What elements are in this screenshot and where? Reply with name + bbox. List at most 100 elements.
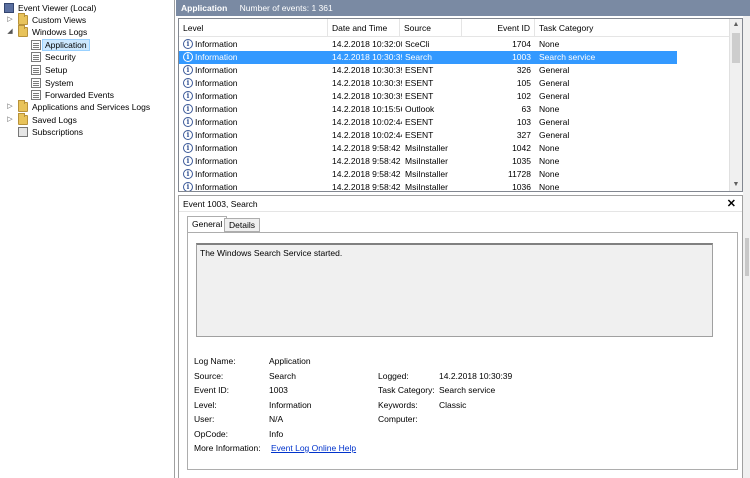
cell-task-category: None xyxy=(539,39,560,49)
cell-date-and-time: 14.2.2018 10:30:39 xyxy=(332,78,402,88)
cell-event-id: 102 xyxy=(516,91,531,101)
expand-icon[interactable]: ▷ xyxy=(6,114,14,126)
cell-event-id: 326 xyxy=(516,65,531,75)
column-header-task-category[interactable]: Task Category xyxy=(535,19,730,37)
event-log-online-help-link[interactable]: Event Log Online Help xyxy=(271,442,356,454)
cell-task-category: General xyxy=(539,78,570,88)
table-row[interactable]: i Information 14.2.2018 10:02:44 ESENT 327 Ge… xyxy=(179,129,677,142)
user-value: N/A xyxy=(269,414,284,424)
computer-label: Computer: xyxy=(378,414,418,424)
close-icon[interactable]: ✕ xyxy=(727,196,736,212)
information-icon: i xyxy=(183,104,193,114)
opcode-value: Info xyxy=(269,429,284,439)
tree-node-label: Subscriptions xyxy=(32,127,84,137)
scroll-thumb[interactable] xyxy=(732,33,740,63)
table-row[interactable]: i Information 14.2.2018 10:32:00 SceCli 1704… xyxy=(179,38,677,51)
tree-node-saved-logs[interactable]: ▷ Saved Logs xyxy=(6,113,126,126)
event-detail-title-text: Event 1003, Search xyxy=(183,199,258,209)
right-scrollbar-strip[interactable] xyxy=(743,16,750,478)
tree-node-windows-logs[interactable]: ◢ Windows Logs xyxy=(6,25,126,38)
log-icon xyxy=(31,52,41,62)
scroll-thumb[interactable] xyxy=(745,238,749,276)
cell-level: Information xyxy=(195,52,238,62)
cell-event-id: 1704 xyxy=(512,39,531,49)
tree-node-application[interactable]: Application xyxy=(31,39,151,51)
tab-general[interactable]: General xyxy=(187,216,228,233)
table-row[interactable]: i Information 14.2.2018 10:02:44 ESENT 103 Ge… xyxy=(179,116,677,129)
events-list[interactable]: Level Date and Time Source Event ID Task… xyxy=(178,18,743,192)
table-row[interactable]: i Information 14.2.2018 10:30:39 Search 1003… xyxy=(179,51,677,64)
table-row[interactable]: i Information 14.2.2018 9:58:42 MsiInstalle… xyxy=(179,181,677,192)
user-label: User: xyxy=(194,414,215,424)
tree-node-forwarded-events[interactable]: Forwarded Events xyxy=(31,89,161,101)
event-detail-pane: Event 1003, Search ✕ General Details The… xyxy=(178,195,743,478)
folder-icon xyxy=(18,113,28,125)
column-header-event-id[interactable]: Event ID xyxy=(462,19,535,37)
tree-node-label: System xyxy=(45,78,74,88)
cell-source: ESENT xyxy=(405,78,434,88)
event-id-value: 1003 xyxy=(269,385,288,395)
collapse-icon[interactable]: ◢ xyxy=(6,26,14,38)
cell-source: SceCli xyxy=(405,39,430,49)
opcode-label: OpCode: xyxy=(194,429,229,439)
tree-node-setup[interactable]: Setup xyxy=(31,64,151,76)
tree-node-system[interactable]: System xyxy=(31,77,151,89)
scroll-down-arrow-icon[interactable]: ▼ xyxy=(730,179,742,191)
table-row[interactable]: i Information 14.2.2018 10:30:39 ESENT 102 Ge… xyxy=(179,90,677,103)
tree-node-label: Setup xyxy=(45,65,68,75)
cell-date-and-time: 14.2.2018 10:30:39 xyxy=(332,52,402,62)
source-value: Search xyxy=(269,371,296,381)
logged-value: 14.2.2018 10:30:39 xyxy=(439,371,513,381)
cell-level: Information xyxy=(195,130,238,140)
table-row[interactable]: i Information 14.2.2018 9:58:42 MsiInstalle… xyxy=(179,142,677,155)
cell-date-and-time: 14.2.2018 10:02:44 xyxy=(332,117,402,127)
cell-event-id: 1042 xyxy=(512,143,531,153)
cell-task-category: General xyxy=(539,91,570,101)
log-icon xyxy=(31,40,41,50)
tree-node-applications-and-services-logs[interactable]: ▷ Applications and Services Logs xyxy=(6,100,171,113)
information-icon: i xyxy=(183,39,193,49)
vertical-scrollbar[interactable]: ▲ ▼ xyxy=(729,19,742,191)
cell-source: MsiInstaller xyxy=(405,156,448,166)
scroll-up-arrow-icon[interactable]: ▲ xyxy=(730,19,742,31)
column-header-date-and-time[interactable]: Date and Time xyxy=(328,19,400,37)
cell-date-and-time: 14.2.2018 10:32:00 xyxy=(332,39,402,49)
information-icon: i xyxy=(183,65,193,75)
cell-event-id: 327 xyxy=(516,130,531,140)
cell-date-and-time: 14.2.2018 10:30:39 xyxy=(332,91,402,101)
cell-source: MsiInstaller xyxy=(405,143,448,153)
cell-source: ESENT xyxy=(405,65,434,75)
expand-icon[interactable]: ▷ xyxy=(6,14,14,26)
tree-node-label: Security xyxy=(45,52,76,62)
tree-node-security[interactable]: Security xyxy=(31,51,151,63)
tree-node-subscriptions[interactable]: Subscriptions xyxy=(18,126,138,138)
tree-node-label: Forwarded Events xyxy=(45,90,114,100)
cell-level: Information xyxy=(195,117,238,127)
table-row[interactable]: i Information 14.2.2018 10:30:39 ESENT 105 Ge… xyxy=(179,77,677,90)
cell-task-category: Search service xyxy=(539,52,596,62)
table-row[interactable]: i Information 14.2.2018 9:58:42 MsiInstalle… xyxy=(179,155,677,168)
cell-level: Information xyxy=(195,39,238,49)
event-description[interactable]: The Windows Search Service started. xyxy=(196,243,713,337)
log-name-label: Log Name: xyxy=(194,356,236,366)
cell-level: Information xyxy=(195,182,238,192)
table-row[interactable]: i Information 14.2.2018 10:15:56 Outlook 63 N… xyxy=(179,103,677,116)
event-detail-title: Event 1003, Search ✕ xyxy=(179,196,742,212)
table-row[interactable]: i Information 14.2.2018 10:30:39 ESENT 326 Ge… xyxy=(179,64,677,77)
tree-node-label: Application xyxy=(42,39,90,51)
cell-level: Information xyxy=(195,143,238,153)
column-header-level[interactable]: Level xyxy=(179,19,328,37)
level-value: Information xyxy=(269,400,312,410)
expand-icon[interactable]: ▷ xyxy=(6,101,14,113)
table-row[interactable]: i Information 14.2.2018 9:58:42 MsiInstalle… xyxy=(179,168,677,181)
tab-details[interactable]: Details xyxy=(224,218,260,232)
cell-date-and-time: 14.2.2018 10:30:39 xyxy=(332,65,402,75)
tree-node-label: Event Viewer (Local) xyxy=(18,3,97,13)
log-header-bar: Application Number of events: 1 361 xyxy=(176,0,750,16)
column-header-source[interactable]: Source xyxy=(400,19,462,37)
log-icon xyxy=(31,65,41,75)
cell-date-and-time: 14.2.2018 9:58:42 xyxy=(332,156,401,166)
cell-level: Information xyxy=(195,156,238,166)
information-icon: i xyxy=(183,117,193,127)
information-icon: i xyxy=(183,52,193,62)
